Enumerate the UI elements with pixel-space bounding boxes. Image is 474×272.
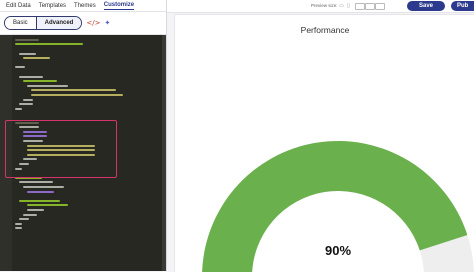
- chart-preview: Performance 90%: [174, 14, 474, 272]
- code-editor[interactable]: [0, 35, 166, 271]
- code-line: [23, 57, 51, 60]
- gauge-chart: 90%: [202, 141, 474, 272]
- zoom-input[interactable]: [375, 3, 385, 10]
- menu-themes[interactable]: Themes: [74, 3, 96, 9]
- preview-topbar: Preview size: ▭ ▯ Save Pub: [167, 0, 474, 13]
- code-line: [23, 213, 37, 216]
- code-line: [19, 199, 60, 202]
- menu-customize[interactable]: Customize: [103, 2, 135, 10]
- code-line: [27, 84, 68, 87]
- code-line: [27, 204, 68, 207]
- code-line: [15, 43, 83, 46]
- code-line: [15, 227, 22, 230]
- code-line: [23, 186, 64, 188]
- basic-button[interactable]: Basic: [5, 17, 36, 29]
- code-line: [23, 80, 57, 83]
- code-line: [15, 107, 22, 110]
- editor-toolbar: Basic Advanced </> ✦: [0, 12, 166, 35]
- tablet-icon[interactable]: ▯: [347, 3, 350, 9]
- editor-scrollbar[interactable]: [162, 35, 166, 271]
- save-button[interactable]: Save: [407, 1, 445, 11]
- code-line: [19, 181, 53, 184]
- mode-toggle: Basic Advanced: [4, 16, 83, 30]
- code-line: [19, 103, 33, 106]
- menu-templates[interactable]: Templates: [39, 3, 66, 9]
- code-line: [15, 38, 39, 41]
- publish-button[interactable]: Pub: [451, 1, 474, 11]
- code-line: [31, 94, 123, 96]
- gauge-value-label: 90%: [325, 243, 351, 258]
- code-line: [15, 66, 26, 69]
- code-line: [27, 209, 44, 211]
- advanced-button[interactable]: Advanced: [35, 17, 82, 29]
- code-icon[interactable]: </>: [86, 19, 100, 27]
- editor-panel: Edit Data Templates Themes Customize Bas…: [0, 0, 167, 271]
- code-line: [23, 98, 34, 101]
- palette-icon[interactable]: ✦: [104, 19, 110, 27]
- preview-size-label: Preview size:: [311, 3, 338, 8]
- width-input[interactable]: [355, 3, 365, 10]
- highlight-box: [5, 120, 117, 178]
- menu-edit-data[interactable]: Edit Data: [6, 3, 31, 9]
- code-line: [19, 75, 43, 78]
- code-line: [19, 218, 30, 221]
- code-line: [31, 89, 116, 92]
- code-line: [27, 190, 55, 193]
- customize-menu: Edit Data Templates Themes Customize: [0, 0, 166, 12]
- desktop-icon[interactable]: ▭: [339, 3, 344, 9]
- code-line: [19, 52, 36, 55]
- height-input[interactable]: [365, 3, 375, 10]
- code-line: [15, 222, 22, 225]
